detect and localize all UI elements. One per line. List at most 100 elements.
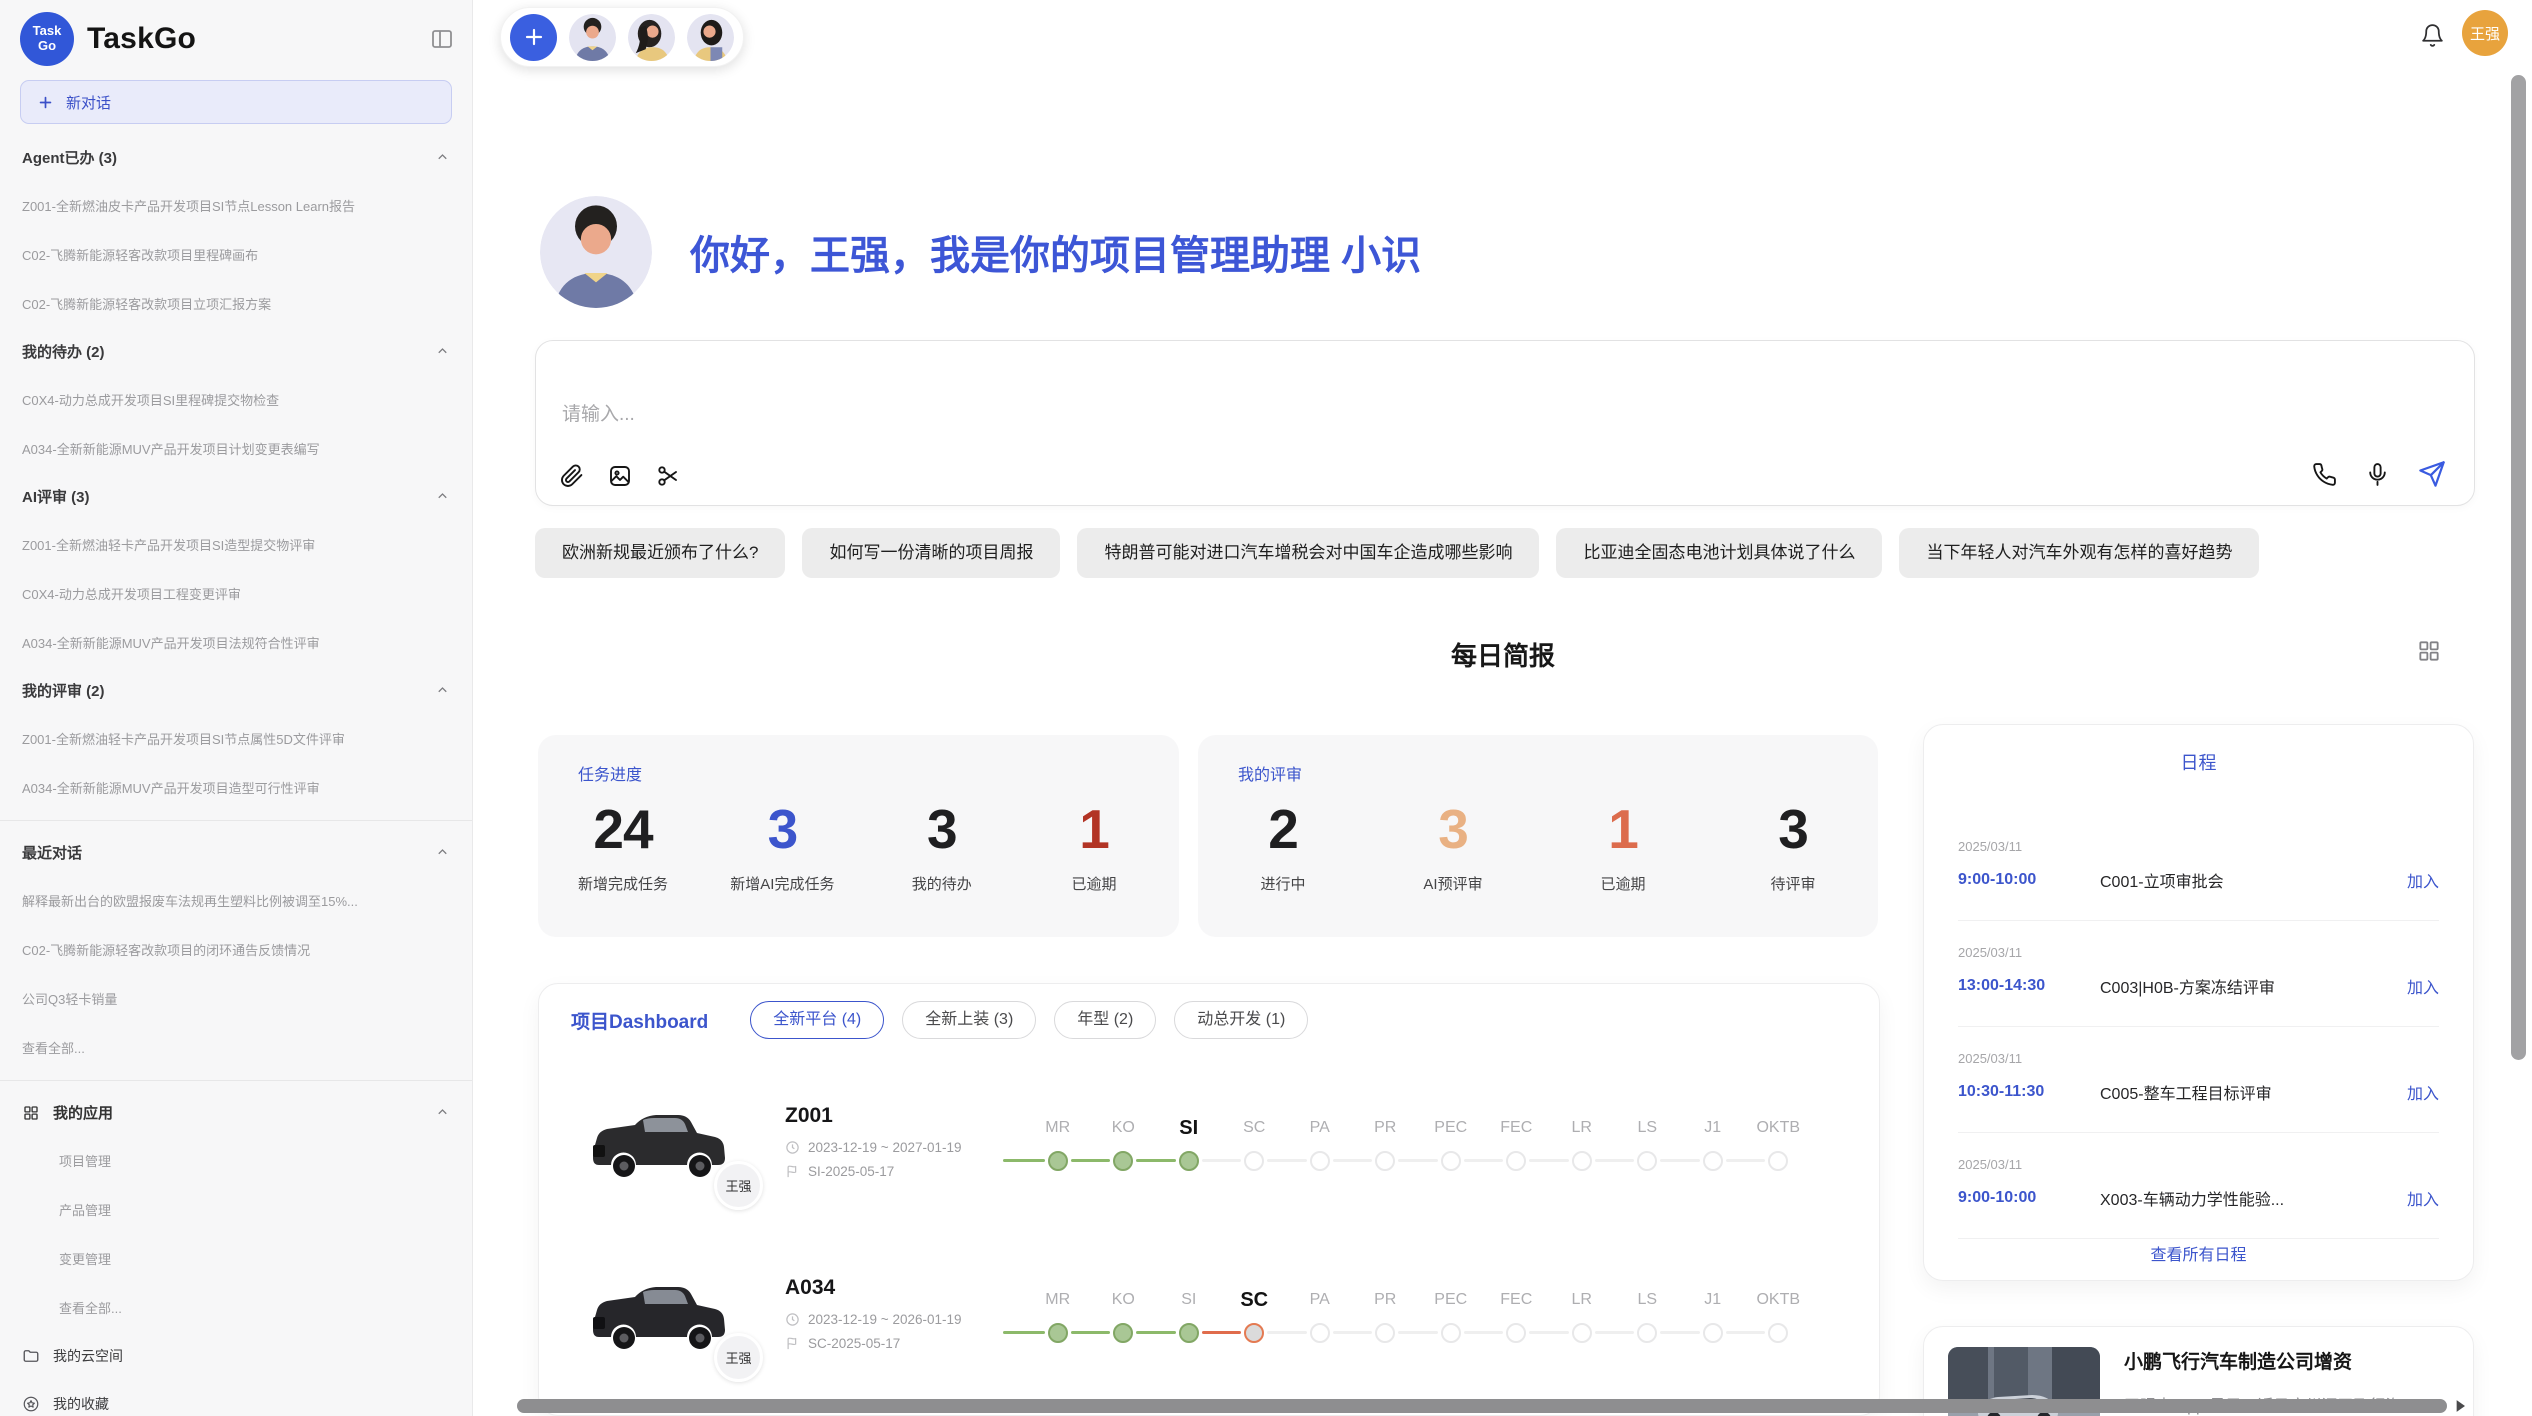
sidebar-item-my-apps[interactable]: 我的应用 — [0, 1089, 472, 1136]
milestone: LS — [1615, 1111, 1681, 1171]
scissors-icon[interactable] — [656, 464, 680, 488]
sidebar-item-project-mgmt[interactable]: 项目管理 — [0, 1136, 472, 1185]
list-item[interactable]: C02-飞腾新能源轻客改款项目立项汇报方案 — [0, 279, 472, 328]
section-recent-chats[interactable]: 最近对话 — [0, 829, 472, 876]
layout-grid-icon[interactable] — [2416, 638, 2442, 664]
project-row[interactable]: 王强 Z001 2023-12-19 ~ 2027-01-19 SI-2025-… — [571, 1068, 1847, 1214]
stat-in-progress: 2 进行中 — [1238, 801, 1328, 894]
project-row[interactable]: 王强 A034 2023-12-19 ~ 2026-01-19 SC-2025-… — [571, 1240, 1847, 1386]
project-dates: 2023-12-19 ~ 2026-01-19 — [785, 1312, 1011, 1327]
filter-all-new-platform[interactable]: 全新平台 (4) — [750, 1001, 884, 1039]
assistant-avatar-3[interactable] — [687, 14, 734, 61]
milestone-current-overdue: SC — [1222, 1283, 1288, 1343]
paperclip-icon[interactable] — [560, 464, 584, 488]
list-item[interactable]: Z001-全新燃油皮卡产品开发项目SI节点Lesson Learn报告 — [0, 181, 472, 230]
new-chat-button[interactable]: 新对话 — [20, 80, 452, 124]
view-all-apps[interactable]: 查看全部... — [0, 1283, 472, 1332]
task-progress-title: 任务进度 — [578, 761, 1139, 785]
assistant-avatar-2[interactable] — [628, 14, 675, 61]
composer-left-tools — [560, 464, 680, 488]
filter-new-body[interactable]: 全新上装 (3) — [902, 1001, 1036, 1039]
section-ai-review[interactable]: AI评审 (3) — [0, 473, 472, 520]
microphone-icon[interactable] — [2365, 462, 2390, 487]
filter-model-year[interactable]: 年型 (2) — [1054, 1001, 1156, 1039]
greeting-text: 你好，王强，我是你的项目管理助理 小识 — [690, 223, 1421, 281]
horizontal-scrollbar[interactable] — [517, 1399, 2447, 1413]
suggestion-chip[interactable]: 特朗普可能对进口汽车增税会对中国车企造成哪些影响 — [1077, 528, 1539, 578]
list-item[interactable]: A034-全新新能源MUV产品开发项目计划变更表编写 — [0, 424, 472, 473]
section-agent-done[interactable]: Agent已办 (3) — [0, 134, 472, 181]
suggestion-chip[interactable]: 当下年轻人对汽车外观有怎样的喜好趋势 — [1899, 528, 2259, 578]
sidebar-item-change-mgmt[interactable]: 变更管理 — [0, 1234, 472, 1283]
new-session-button[interactable] — [510, 14, 557, 61]
project-owner-badge: 王强 — [714, 1333, 763, 1382]
send-icon[interactable] — [2418, 460, 2446, 488]
suggestion-chip[interactable]: 欧洲新规最近颁布了什么? — [535, 528, 785, 578]
sidebar-item-cloud-space[interactable]: 我的云空间 — [0, 1332, 472, 1380]
new-chat-label: 新对话 — [66, 92, 111, 113]
chat-input[interactable]: 请输入... — [535, 340, 2475, 506]
milestone: SI — [1156, 1283, 1222, 1343]
collapse-sidebar-icon[interactable] — [430, 27, 454, 51]
my-review-card: 我的评审 2 进行中 3 AI预评审 1 已逾期 3 待评审 — [1198, 735, 1878, 937]
milestone: SC — [1222, 1111, 1288, 1171]
list-item[interactable]: C02-飞腾新能源轻客改款项目的闭环通告反馈情况 — [0, 925, 472, 974]
vertical-scrollbar[interactable] — [2511, 75, 2526, 1060]
section-my-review[interactable]: 我的评审 (2) — [0, 667, 472, 714]
stat-ai-pre-review: 3 AI预评审 — [1408, 801, 1498, 894]
flag-icon — [785, 1164, 800, 1179]
sidebar-item-favorites[interactable]: 我的收藏 — [0, 1380, 472, 1416]
list-item[interactable]: 解释最新出台的欧盟报废车法规再生塑料比例被调至15%... — [0, 876, 472, 925]
milestone: MR — [1025, 1111, 1091, 1171]
dashboard-header: 项目Dashboard 全新平台 (4) 全新上装 (3) 年型 (2) 动总开… — [571, 998, 1847, 1042]
assistant-avatar-1[interactable] — [569, 14, 616, 61]
join-link[interactable]: 加入 — [2407, 868, 2439, 892]
list-item[interactable]: A034-全新新能源MUV产品开发项目法规符合性评审 — [0, 618, 472, 667]
sidebar-item-product-mgmt[interactable]: 产品管理 — [0, 1185, 472, 1234]
milestone: PEC — [1418, 1111, 1484, 1171]
milestone: LR — [1549, 1111, 1615, 1171]
stat-pending-review: 3 待评审 — [1748, 801, 1838, 894]
milestone: PR — [1353, 1111, 1419, 1171]
schedule-meeting-title: X003-车辆动力学性能验... — [2100, 1186, 2407, 1210]
list-item[interactable]: Z001-全新燃油轻卡产品开发项目SI节点属性5D文件评审 — [0, 714, 472, 763]
stat-label: 已逾期 — [1049, 873, 1139, 894]
list-item[interactable]: C0X4-动力总成开发项目SI里程碑提交物检查 — [0, 375, 472, 424]
star-badge-icon — [22, 1395, 40, 1413]
app-window: Task Go TaskGo 新对话 Agent已办 (3) Z001-全新燃油… — [0, 0, 2532, 1416]
image-icon[interactable] — [608, 464, 632, 488]
user-avatar[interactable]: 王强 — [2462, 10, 2508, 56]
chevron-up-icon — [435, 845, 450, 860]
list-item[interactable]: C02-飞腾新能源轻客改款项目里程碑画布 — [0, 230, 472, 279]
join-link[interactable]: 加入 — [2407, 1186, 2439, 1210]
milestone: OKTB — [1746, 1111, 1812, 1171]
list-item[interactable]: C0X4-动力总成开发项目工程变更评审 — [0, 569, 472, 618]
view-all-schedule-link[interactable]: 查看所有日程 — [1958, 1241, 2439, 1265]
join-link[interactable]: 加入 — [2407, 974, 2439, 998]
view-all-chats[interactable]: 查看全部... — [0, 1023, 472, 1072]
schedule-date: 2025/03/11 — [1958, 1051, 2439, 1066]
notification-bell-icon[interactable] — [2420, 23, 2445, 48]
scroll-right-arrow-icon[interactable] — [2450, 1396, 2470, 1416]
schedule-meeting-title: C001-立项审批会 — [2100, 868, 2407, 892]
chevron-up-icon — [435, 1105, 450, 1120]
project-dashboard-card: 项目Dashboard 全新平台 (4) 全新上装 (3) 年型 (2) 动总开… — [538, 983, 1880, 1416]
milestone: PR — [1353, 1283, 1419, 1343]
greeting: 你好，王强，我是你的项目管理助理 小识 — [540, 196, 1421, 308]
section-my-todo[interactable]: 我的待办 (2) — [0, 328, 472, 375]
project-owner-badge: 王强 — [714, 1161, 763, 1210]
filter-powertrain[interactable]: 动总开发 (1) — [1174, 1001, 1308, 1039]
stat-label: 我的待办 — [897, 873, 987, 894]
list-item[interactable]: A034-全新新能源MUV产品开发项目造型可行性评审 — [0, 763, 472, 812]
milestone: LS — [1615, 1283, 1681, 1343]
list-item[interactable]: Z001-全新燃油轻卡产品开发项目SI造型提交物评审 — [0, 520, 472, 569]
phone-icon[interactable] — [2312, 462, 2337, 487]
my-apps-label: 我的应用 — [53, 1102, 113, 1123]
suggestion-chip[interactable]: 如何写一份清晰的项目周报 — [802, 528, 1060, 578]
list-item[interactable]: 公司Q3轻卡销量 — [0, 974, 472, 1023]
join-link[interactable]: 加入 — [2407, 1080, 2439, 1104]
assistant-avatar-large — [540, 196, 652, 308]
suggestion-chip[interactable]: 比亚迪全固态电池计划具体说了什么 — [1556, 528, 1882, 578]
project-car-image: 王强 — [583, 1260, 733, 1366]
divider — [0, 1080, 472, 1081]
